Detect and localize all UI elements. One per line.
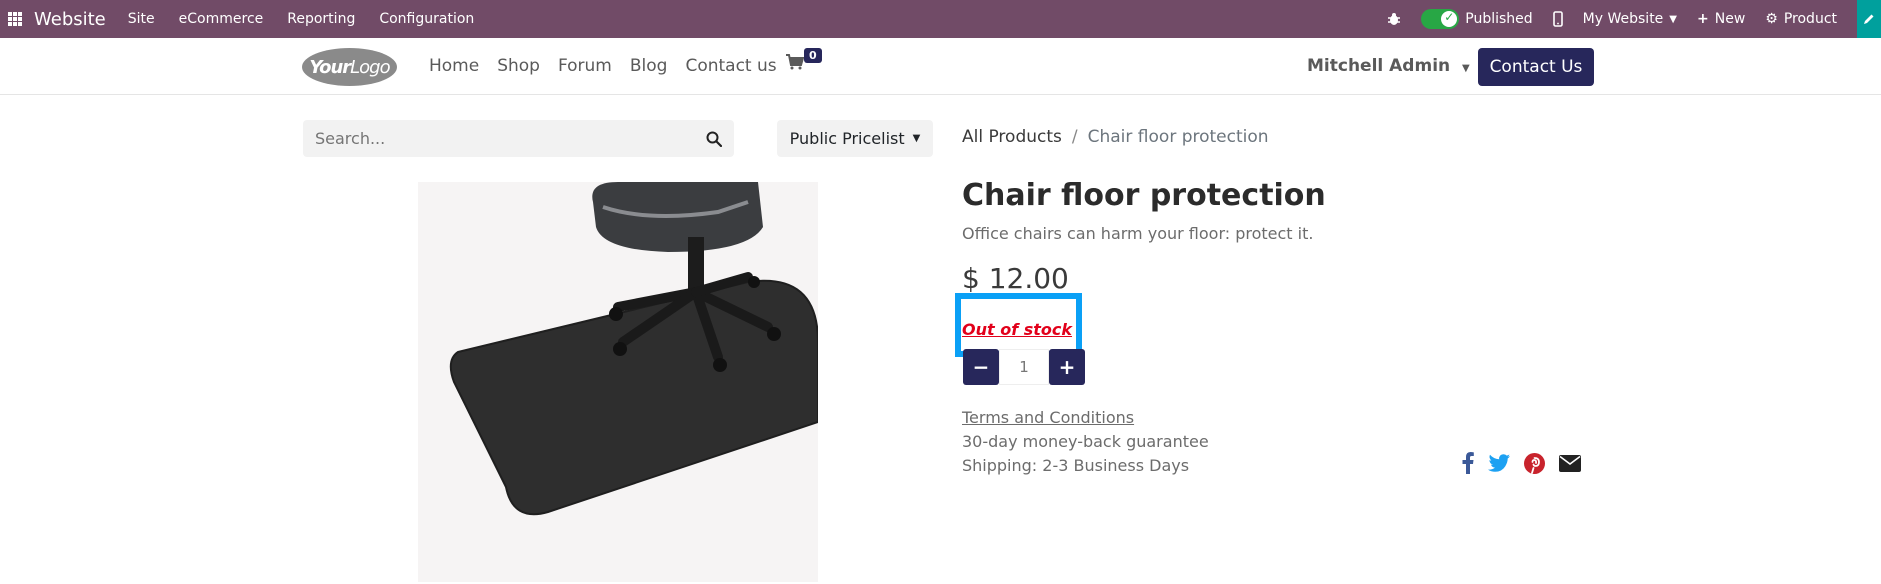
product-search bbox=[303, 120, 734, 157]
logo-text: Logo bbox=[350, 56, 390, 78]
quantity-stepper: − + bbox=[963, 349, 1085, 385]
quantity-minus-button[interactable]: − bbox=[963, 349, 999, 385]
money-back-guarantee: 30-day money-back guarantee bbox=[962, 432, 1209, 451]
product-description: Office chairs can harm your floor: prote… bbox=[962, 224, 1314, 243]
cart-icon bbox=[786, 54, 805, 70]
contact-us-button[interactable]: Contact Us bbox=[1478, 48, 1594, 86]
menu-reporting[interactable]: Reporting bbox=[287, 11, 355, 27]
nav-home[interactable]: Home bbox=[429, 56, 479, 76]
product-price: $ 12.00 bbox=[962, 262, 1069, 295]
menu-ecommerce[interactable]: eCommerce bbox=[179, 11, 264, 27]
debug-bug-icon[interactable] bbox=[1387, 12, 1401, 26]
caret-down-icon: ▼ bbox=[1462, 63, 1470, 74]
menu-site[interactable]: Site bbox=[128, 11, 155, 27]
nav-shop[interactable]: Shop bbox=[497, 56, 540, 76]
quantity-input[interactable] bbox=[999, 349, 1049, 385]
mobile-icon bbox=[1552, 11, 1563, 27]
product-image[interactable] bbox=[418, 182, 818, 582]
breadcrumb: All Products / Chair floor protection bbox=[962, 127, 1269, 147]
pinterest-icon[interactable] bbox=[1524, 452, 1545, 474]
published-toggle[interactable]: ✓ Published bbox=[1421, 9, 1533, 29]
product-title: Chair floor protection bbox=[962, 178, 1326, 213]
product-label: Product bbox=[1783, 11, 1837, 27]
cart-count-badge: 0 bbox=[804, 48, 822, 63]
nav-blog[interactable]: Blog bbox=[630, 56, 668, 76]
out-of-stock-label: Out of stock bbox=[962, 320, 1073, 339]
topbar-right: ✓ Published My Website ▼ + New ⚙ Product bbox=[1387, 0, 1881, 38]
chair-mat-illustration bbox=[418, 182, 818, 582]
new-button[interactable]: + New bbox=[1697, 11, 1745, 27]
caret-down-icon: ▼ bbox=[912, 133, 921, 144]
search-input[interactable] bbox=[303, 129, 694, 148]
mobile-preview-button[interactable] bbox=[1552, 11, 1563, 27]
email-icon[interactable] bbox=[1559, 454, 1581, 472]
site-header: Your Logo Home Shop Forum Blog Contact us… bbox=[0, 38, 1881, 95]
menu-configuration[interactable]: Configuration bbox=[379, 11, 474, 27]
pricelist-dropdown[interactable]: Public Pricelist ▼ bbox=[777, 120, 933, 157]
plus-icon: + bbox=[1697, 11, 1709, 27]
website-switcher-label: My Website bbox=[1582, 11, 1664, 27]
check-icon: ✓ bbox=[1444, 10, 1455, 24]
terms-and-conditions-link[interactable]: Terms and Conditions bbox=[962, 408, 1134, 427]
search-icon[interactable] bbox=[694, 131, 734, 147]
cart-button[interactable]: 0 bbox=[786, 48, 822, 74]
user-name: Mitchell Admin bbox=[1307, 56, 1451, 76]
apps-menu-icon[interactable] bbox=[8, 12, 22, 26]
edit-pencil-button[interactable] bbox=[1857, 0, 1881, 38]
published-label: Published bbox=[1465, 11, 1533, 27]
published-toggle-switch[interactable]: ✓ bbox=[1421, 9, 1460, 29]
website-switcher[interactable]: My Website ▼ bbox=[1583, 11, 1677, 27]
main-nav: Home Shop Forum Blog Contact us bbox=[429, 56, 777, 76]
pencil-icon bbox=[1864, 14, 1874, 24]
new-label: New bbox=[1714, 11, 1746, 27]
app-brand[interactable]: Website bbox=[34, 9, 106, 30]
pricelist-label: Public Pricelist bbox=[789, 129, 905, 148]
shipping-info: Shipping: 2-3 Business Days bbox=[962, 456, 1190, 475]
breadcrumb-all-products[interactable]: All Products bbox=[962, 127, 1062, 147]
quantity-plus-button[interactable]: + bbox=[1049, 349, 1085, 385]
nav-forum[interactable]: Forum bbox=[558, 56, 612, 76]
share-buttons bbox=[1462, 452, 1581, 474]
product-button[interactable]: ⚙ Product bbox=[1765, 11, 1837, 27]
logo-text-bold: Your bbox=[309, 56, 351, 78]
breadcrumb-separator: / bbox=[1071, 127, 1078, 147]
nav-contact-us[interactable]: Contact us bbox=[685, 56, 776, 76]
user-menu[interactable]: Mitchell Admin ▼ bbox=[1307, 56, 1470, 76]
breadcrumb-current: Chair floor protection bbox=[1087, 127, 1269, 147]
gear-icon: ⚙ bbox=[1765, 11, 1778, 27]
admin-topbar: Website Site eCommerce Reporting Configu… bbox=[0, 0, 1881, 38]
site-logo[interactable]: Your Logo bbox=[302, 48, 397, 86]
facebook-icon[interactable] bbox=[1462, 452, 1474, 474]
caret-down-icon: ▼ bbox=[1669, 13, 1677, 25]
twitter-icon[interactable] bbox=[1488, 454, 1510, 472]
